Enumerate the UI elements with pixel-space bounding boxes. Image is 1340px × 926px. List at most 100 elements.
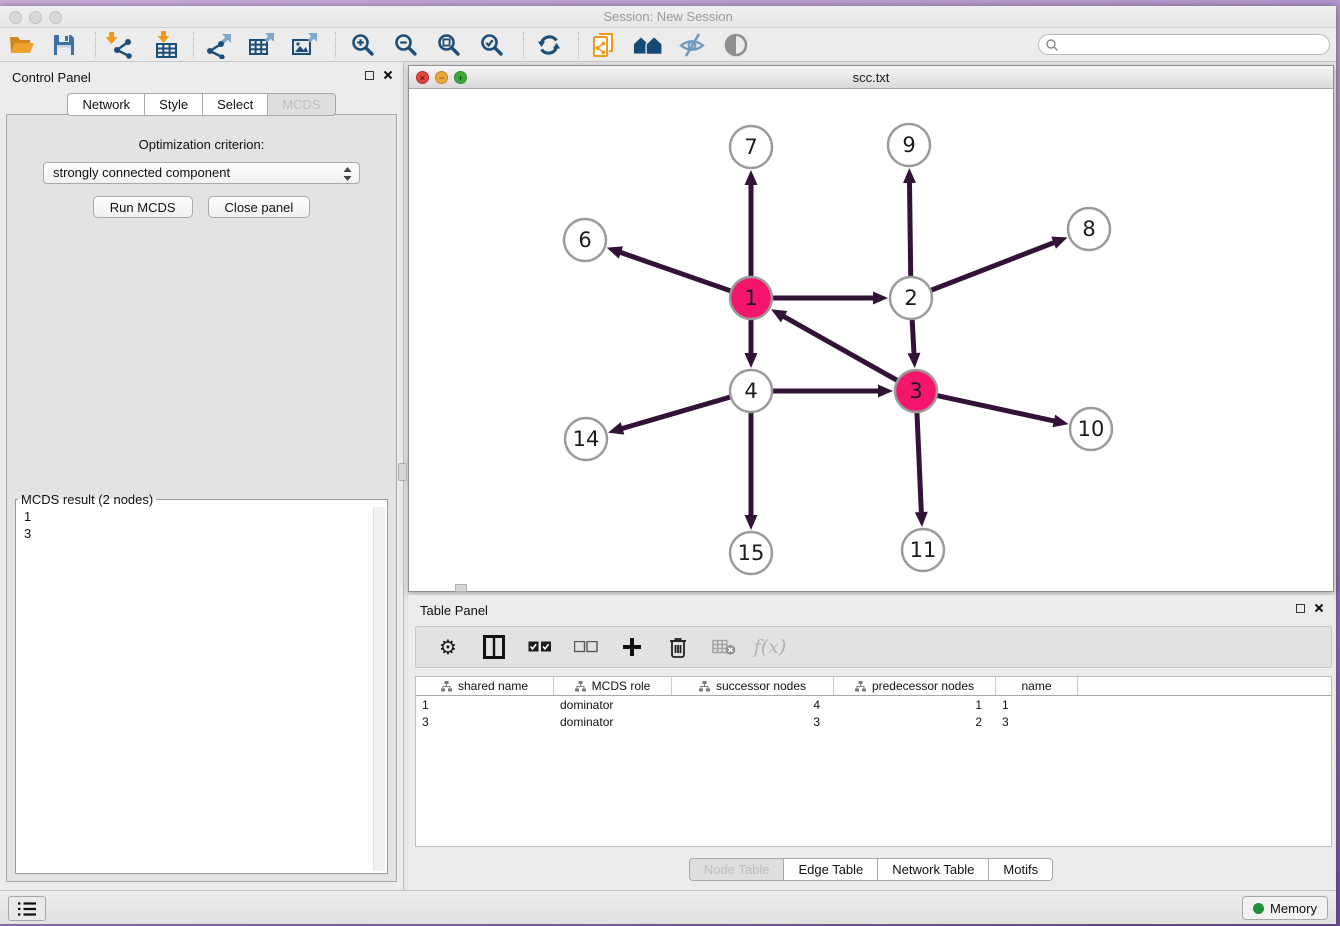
- open-session-icon[interactable]: [7, 30, 37, 60]
- network-overview-icon[interactable]: [633, 30, 663, 60]
- zoom-selected-icon[interactable]: [477, 30, 507, 60]
- tree-icon: [441, 681, 452, 692]
- table-row[interactable]: 1 dominator 4 1 1: [416, 696, 1331, 713]
- tab-node-table[interactable]: Node Table: [689, 858, 784, 881]
- mcds-result-list[interactable]: 1 3: [18, 507, 371, 871]
- table-row[interactable]: 3 dominator 3 2 3: [416, 713, 1331, 730]
- graph-node-label: 14: [573, 427, 600, 451]
- network-splitter-grip[interactable]: [455, 584, 467, 592]
- graph-edge-3-11[interactable]: [917, 412, 922, 515]
- search-box[interactable]: [1038, 34, 1330, 55]
- toolbar-divider: [523, 32, 524, 58]
- tab-network[interactable]: Network: [67, 93, 144, 116]
- app-window: Session: New Session: [0, 6, 1336, 924]
- deselect-all-icon[interactable]: [574, 634, 598, 660]
- hide-graphics-details-icon[interactable]: [677, 30, 707, 60]
- cell-successor-nodes[interactable]: 3: [672, 715, 834, 729]
- mcds-tab-content: Optimization criterion: strongly connect…: [6, 114, 397, 882]
- list-menu-icon: [17, 901, 37, 917]
- cell-mcds-role[interactable]: dominator: [554, 715, 672, 729]
- tab-style[interactable]: Style: [144, 93, 202, 116]
- graph-node-label: 11: [910, 538, 937, 562]
- panel-splitter-grip[interactable]: [398, 463, 407, 481]
- tab-network-table[interactable]: Network Table: [877, 858, 988, 881]
- network-canvas[interactable]: 1234678910111415: [409, 89, 1333, 591]
- cell-shared-name[interactable]: 3: [416, 715, 554, 729]
- graph-edge-2-8[interactable]: [931, 242, 1057, 291]
- graph-node-label: 8: [1082, 217, 1095, 241]
- cell-mcds-role[interactable]: dominator: [554, 698, 672, 712]
- column-header-successor-nodes[interactable]: successor nodes: [672, 677, 834, 695]
- network-window-titlebar: × − + scc.txt: [409, 66, 1333, 89]
- mcds-result-box: MCDS result (2 nodes) 1 3: [15, 492, 388, 874]
- cell-successor-nodes[interactable]: 4: [672, 698, 834, 712]
- graph-edge-3-1[interactable]: [781, 315, 897, 381]
- column-visibility-icon[interactable]: [482, 634, 506, 660]
- export-image-icon[interactable]: [290, 30, 320, 60]
- select-all-icon[interactable]: [528, 634, 552, 660]
- graph-edge-1-6[interactable]: [618, 252, 731, 292]
- add-row-icon[interactable]: [620, 634, 644, 660]
- zoom-fit-icon[interactable]: [434, 30, 464, 60]
- edge-arrowhead-icon: [745, 170, 758, 185]
- search-icon: [1045, 38, 1059, 52]
- function-builder-icon[interactable]: f(x): [758, 634, 782, 660]
- table-panel-header: Table Panel: [408, 595, 1334, 625]
- export-network-icon[interactable]: [204, 30, 234, 60]
- edge-arrowhead-icon: [878, 385, 893, 398]
- close-panel-button[interactable]: Close panel: [208, 196, 311, 218]
- graph-node-label: 3: [909, 379, 922, 403]
- graph-node-label: 15: [738, 541, 765, 565]
- edge-arrowhead-icon: [745, 515, 758, 530]
- close-panel-icon[interactable]: [383, 70, 393, 80]
- column-header-shared-name[interactable]: shared name: [416, 677, 554, 695]
- zoom-out-icon[interactable]: [391, 30, 421, 60]
- show-graphics-details-icon[interactable]: [721, 30, 751, 60]
- column-header-name[interactable]: name: [996, 677, 1078, 695]
- criterion-select[interactable]: strongly connected component: [43, 162, 360, 184]
- edge-arrowhead-icon: [607, 246, 623, 258]
- settings-gear-icon[interactable]: ⚙: [436, 634, 460, 660]
- graph-node-label: 6: [578, 228, 591, 252]
- delete-table-icon[interactable]: [712, 634, 736, 660]
- tab-edge-table[interactable]: Edge Table: [783, 858, 877, 881]
- import-network-icon[interactable]: [104, 30, 134, 60]
- close-table-panel-icon[interactable]: [1314, 603, 1324, 613]
- search-input[interactable]: [1059, 37, 1329, 53]
- float-panel-icon[interactable]: [365, 71, 374, 80]
- cell-name[interactable]: 3: [996, 715, 1078, 729]
- result-scrollbar[interactable]: [373, 507, 385, 871]
- network-graph[interactable]: 1234678910111415: [409, 89, 1333, 591]
- cell-shared-name[interactable]: 1: [416, 698, 554, 712]
- edge-arrowhead-icon: [903, 168, 916, 183]
- graph-edge-3-10[interactable]: [937, 395, 1057, 421]
- cell-name[interactable]: 1: [996, 698, 1078, 712]
- tab-select[interactable]: Select: [202, 93, 267, 116]
- tab-mcds[interactable]: MCDS: [267, 93, 335, 116]
- cell-predecessor-nodes[interactable]: 1: [834, 698, 996, 712]
- menu-button[interactable]: [8, 896, 46, 921]
- edge-arrowhead-icon: [745, 353, 758, 368]
- delete-row-icon[interactable]: [666, 634, 690, 660]
- float-table-panel-icon[interactable]: [1296, 604, 1305, 613]
- cell-predecessor-nodes[interactable]: 2: [834, 715, 996, 729]
- column-header-mcds-role[interactable]: MCDS role: [554, 677, 672, 695]
- tab-motifs[interactable]: Motifs: [988, 858, 1053, 881]
- table-toolbar: ⚙ f(x): [415, 626, 1332, 668]
- save-session-icon[interactable]: [49, 30, 79, 60]
- memory-button[interactable]: Memory: [1242, 896, 1328, 920]
- select-chevrons-icon: [343, 167, 352, 181]
- zoom-in-icon[interactable]: [348, 30, 378, 60]
- run-mcds-button[interactable]: Run MCDS: [93, 196, 193, 218]
- import-table-icon[interactable]: [151, 30, 181, 60]
- control-panel: Control Panel Network Style Select MCDS …: [0, 62, 403, 890]
- network-window: × − + scc.txt 1234678910111415: [408, 65, 1334, 592]
- main-area: Control Panel Network Style Select MCDS …: [0, 62, 1336, 890]
- clone-network-icon[interactable]: [589, 30, 619, 60]
- graph-edge-2-9[interactable]: [909, 180, 910, 277]
- graph-edge-2-3[interactable]: [912, 319, 914, 356]
- refresh-layout-icon[interactable]: [534, 30, 564, 60]
- export-table-icon[interactable]: [247, 30, 277, 60]
- column-header-predecessor-nodes[interactable]: predecessor nodes: [834, 677, 996, 695]
- graph-edge-4-14[interactable]: [620, 397, 731, 429]
